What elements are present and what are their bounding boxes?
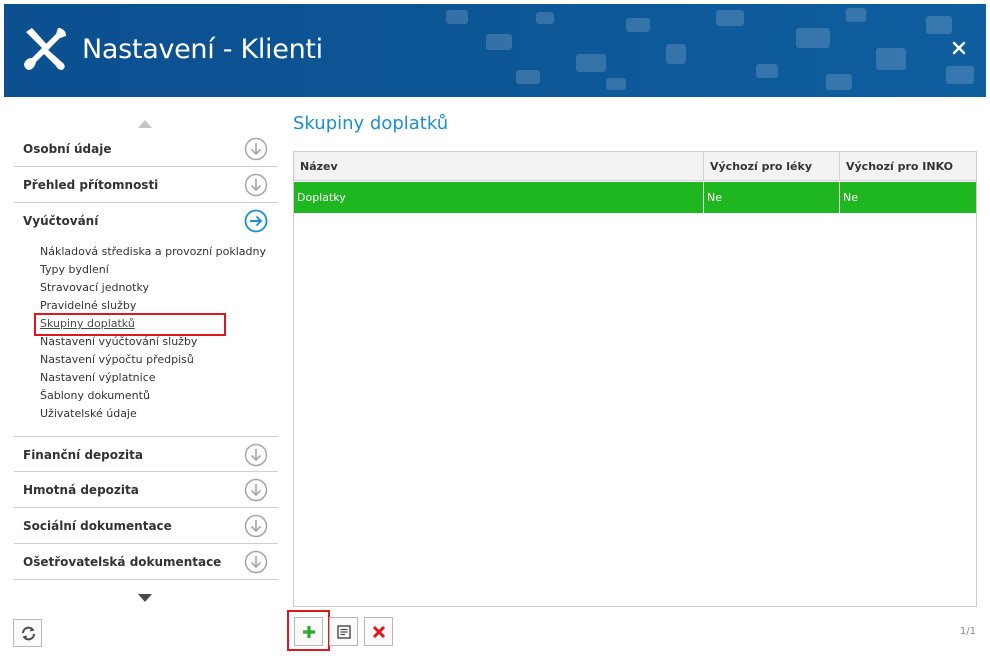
- subitem-nastaveni-vyplatnice[interactable]: Nastavení výplatnice: [40, 369, 270, 387]
- window-header: Nastavení - Klienti: [4, 4, 986, 97]
- sidebar-section-label: Ošetřovatelská dokumentace: [23, 555, 222, 569]
- sidebar-section-vyuctovani[interactable]: Vyúčtování: [14, 203, 278, 239]
- sidebar-section-hmotna-depozita[interactable]: Hmotná depozita: [14, 472, 278, 508]
- scroll-down-icon[interactable]: [138, 594, 152, 602]
- delete-button[interactable]: [364, 617, 393, 646]
- cell-vychozi-pro-leky: Ne: [703, 182, 839, 213]
- page-title: Skupiny doplatků: [293, 113, 449, 134]
- sidebar: Osobní údaje Přehled přítomnosti Vyúčtov…: [14, 110, 278, 610]
- cell-vychozi-pro-inko: Ne: [839, 182, 976, 213]
- column-header-vychozi-pro-leky[interactable]: Výchozí pro léky: [703, 152, 839, 181]
- refresh-icon: [22, 626, 35, 641]
- arrow-down-circle-icon[interactable]: [244, 173, 268, 197]
- sidebar-section-osobni-udaje[interactable]: Osobní údaje: [14, 131, 278, 167]
- window-title: Nastavení - Klienti: [82, 34, 323, 65]
- header-pattern: [446, 8, 974, 90]
- close-icon[interactable]: [952, 41, 966, 55]
- sidebar-section-osetrovatelska-dokumentace[interactable]: Ošetřovatelská dokumentace: [14, 544, 278, 580]
- pager: 1/1: [959, 626, 976, 637]
- subitem-typy-bydleni[interactable]: Typy bydlení: [40, 261, 270, 279]
- plus-icon: [303, 626, 315, 638]
- document-edit-icon: [337, 625, 351, 639]
- sidebar-section-financni-depozita[interactable]: Finanční depozita: [14, 436, 278, 472]
- scroll-up-icon[interactable]: [138, 120, 152, 128]
- delete-x-icon: [372, 625, 386, 639]
- sidebar-section-label: Přehled přítomnosti: [23, 178, 159, 192]
- arrow-down-circle-icon[interactable]: [244, 550, 268, 574]
- column-header-nazev[interactable]: Název: [294, 152, 703, 181]
- sidebar-section-prehled-pritomnosti[interactable]: Přehled přítomnosti: [14, 167, 278, 203]
- arrow-down-circle-icon[interactable]: [244, 514, 268, 538]
- grid-header: Název Výchozí pro léky Výchozí pro INKO: [294, 152, 976, 181]
- subitem-stravovaci-jednotky[interactable]: Stravovací jednotky: [40, 279, 270, 297]
- sidebar-section-label: Finanční depozita: [23, 448, 143, 462]
- arrow-down-circle-icon[interactable]: [244, 137, 268, 161]
- sidebar-section-label: Sociální dokumentace: [23, 519, 172, 533]
- subitem-nastaveni-vypoctu-predpisu[interactable]: Nastavení výpočtu předpisů: [40, 351, 270, 369]
- sidebar-section-socialni-dokumentace[interactable]: Sociální dokumentace: [14, 508, 278, 544]
- data-grid: Název Výchozí pro léky Výchozí pro INKO …: [293, 151, 977, 607]
- add-button[interactable]: [294, 617, 323, 646]
- wrench-screwdriver-icon: [24, 28, 66, 70]
- arrow-right-circle-icon[interactable]: [244, 209, 268, 233]
- arrow-down-circle-icon[interactable]: [244, 478, 268, 502]
- subitem-uzivatelske-udaje[interactable]: Uživatelské údaje: [40, 405, 270, 423]
- subitem-nakladova-strediska[interactable]: Nákladová střediska a provozní pokladny: [40, 243, 270, 261]
- refresh-button[interactable]: [13, 619, 42, 647]
- column-header-vychozi-pro-inko[interactable]: Výchozí pro INKO: [839, 152, 976, 181]
- subitem-sablony-dokumentu[interactable]: Šablony dokumentů: [40, 387, 270, 405]
- edit-button[interactable]: [329, 617, 358, 646]
- arrow-down-circle-icon[interactable]: [244, 443, 268, 467]
- table-row[interactable]: Doplatky Ne Ne: [294, 182, 976, 213]
- active-item-highlight: [34, 313, 226, 336]
- sidebar-section-label: Hmotná depozita: [23, 483, 139, 497]
- cell-nazev: Doplatky: [297, 191, 346, 204]
- sidebar-section-label: Osobní údaje: [23, 142, 112, 156]
- sidebar-section-label: Vyúčtování: [23, 214, 99, 228]
